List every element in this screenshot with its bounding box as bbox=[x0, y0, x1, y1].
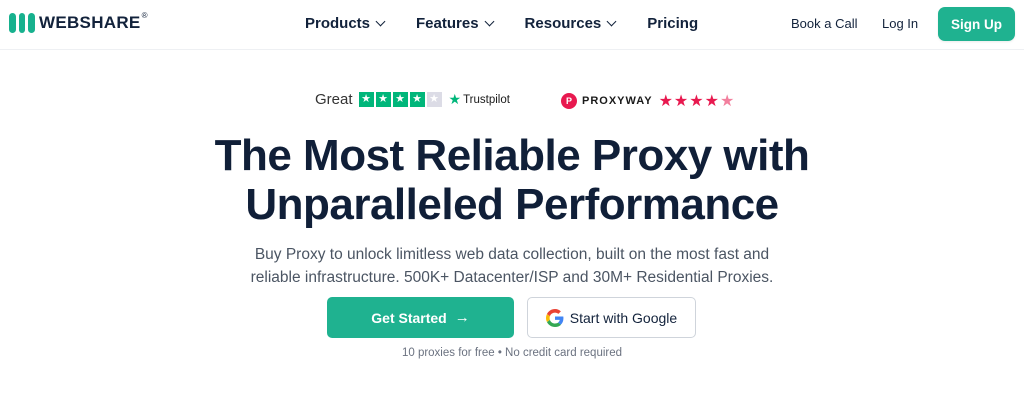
menu-pricing[interactable]: Pricing bbox=[647, 15, 698, 32]
book-call-link[interactable]: Book a Call bbox=[791, 16, 857, 31]
chevron-down-icon bbox=[606, 16, 617, 27]
trustpilot-rating[interactable]: Great ★ ★ ★ ★ ★ ★ Trustpilot bbox=[315, 91, 510, 108]
menu-products[interactable]: Products bbox=[305, 15, 386, 32]
google-icon bbox=[545, 308, 564, 327]
star-icon: ★ bbox=[375, 92, 391, 107]
proxyway-stars: ★ ★ ★ ★ ★ bbox=[659, 91, 736, 111]
trustpilot-logo: ★ Trustpilot bbox=[449, 91, 510, 108]
signup-button[interactable]: Sign Up bbox=[938, 7, 1015, 41]
hero-subtitle-line2: reliable infrastructure. 500K+ Datacente… bbox=[250, 269, 774, 286]
proxyway-rating[interactable]: P PROXYWAY ★ ★ ★ ★ ★ bbox=[561, 91, 735, 111]
brand-name: WEBSHARE® bbox=[39, 11, 148, 32]
brand-logo[interactable]: WEBSHARE® bbox=[9, 11, 148, 33]
hero-title-line2: Unparalleled Performance bbox=[245, 180, 779, 229]
menu-pricing-label: Pricing bbox=[647, 15, 699, 32]
free-trial-note: 10 proxies for free • No credit card req… bbox=[401, 347, 623, 359]
proxyway-brand: PROXYWAY bbox=[582, 95, 653, 107]
hero-title-line1: The Most Reliable Proxy with bbox=[214, 131, 810, 180]
hero-subtitle-line1: Buy Proxy to unlock limitless web data c… bbox=[254, 246, 770, 263]
chevron-down-icon bbox=[375, 16, 386, 27]
star-icon: ★ bbox=[658, 93, 674, 110]
star-half-icon: ★ bbox=[719, 93, 736, 110]
hero-subtitle: Buy Proxy to unlock limitless web data c… bbox=[0, 243, 1024, 289]
hero-title: The Most Reliable Proxy with Unparallele… bbox=[0, 131, 1024, 229]
menu-products-label: Products bbox=[305, 15, 371, 32]
trustpilot-star-icon: ★ bbox=[448, 91, 462, 107]
main-menu: Products Features Resources Pricing bbox=[305, 15, 698, 32]
trustpilot-stars: ★ ★ ★ ★ ★ bbox=[358, 92, 442, 107]
star-icon: ★ bbox=[358, 92, 374, 107]
webshare-logo-icon bbox=[9, 13, 36, 33]
cta-row: Get Started → Start with Google bbox=[0, 297, 1024, 338]
arrow-right-icon: → bbox=[454, 309, 470, 326]
star-icon: ★ bbox=[689, 93, 705, 110]
login-link[interactable]: Log In bbox=[882, 16, 918, 31]
ratings-bar: Great ★ ★ ★ ★ ★ ★ Trustpilot P PROXYWAY … bbox=[0, 91, 1024, 111]
star-icon: ★ bbox=[673, 93, 690, 110]
star-icon: ★ bbox=[704, 93, 720, 110]
trustpilot-label: Great bbox=[315, 91, 353, 108]
menu-resources-label: Resources bbox=[524, 15, 602, 32]
menu-resources[interactable]: Resources bbox=[524, 15, 617, 32]
star-empty-icon: ★ bbox=[426, 92, 442, 107]
google-signin-label: Start with Google bbox=[569, 309, 678, 326]
star-icon: ★ bbox=[409, 92, 425, 107]
chevron-down-icon bbox=[484, 16, 494, 27]
star-icon: ★ bbox=[392, 92, 408, 107]
menu-features-label: Features bbox=[416, 15, 479, 32]
proxyway-logo-icon: P bbox=[561, 93, 577, 109]
google-signin-button[interactable]: Start with Google bbox=[527, 297, 696, 338]
menu-features[interactable]: Features bbox=[416, 15, 494, 32]
get-started-label: Get Started bbox=[371, 309, 447, 326]
trustpilot-brand: Trustpilot bbox=[463, 93, 510, 106]
get-started-button[interactable]: Get Started → bbox=[327, 297, 514, 338]
top-nav: WEBSHARE® Products Features Resources Pr… bbox=[0, 0, 1024, 50]
